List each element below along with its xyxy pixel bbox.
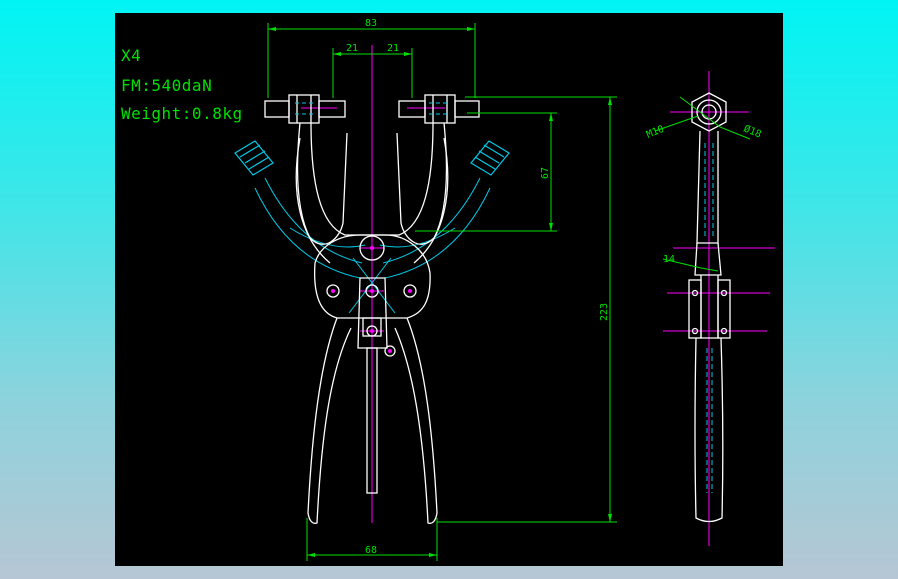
dim-handle-width: 68 (365, 545, 377, 556)
dim-jaw-left: 21 (346, 43, 358, 54)
dim-jaw-right: 21 (387, 43, 399, 54)
dim-thread: M10 (645, 124, 666, 141)
front-dimensions (267, 23, 617, 561)
dim-diameter: Ø18 (742, 123, 763, 141)
cad-drawing-sheet: X4 FM:540daN Weight:0.8kg 83 21 21 67 22… (115, 13, 783, 566)
side-centerlines (663, 71, 775, 546)
dim-jaw-height: 67 (540, 167, 551, 179)
dim-overall-height: 223 (599, 303, 610, 321)
dim-top-width: 83 (365, 18, 377, 29)
drawing-canvas: 83 21 21 67 223 68 M10 Ø18 14 (234, 18, 775, 561)
dim-thickness: 14 (663, 254, 675, 265)
right-angled-bolt (470, 140, 510, 176)
left-angled-bolt (234, 140, 274, 176)
side-dimensions (654, 96, 751, 272)
